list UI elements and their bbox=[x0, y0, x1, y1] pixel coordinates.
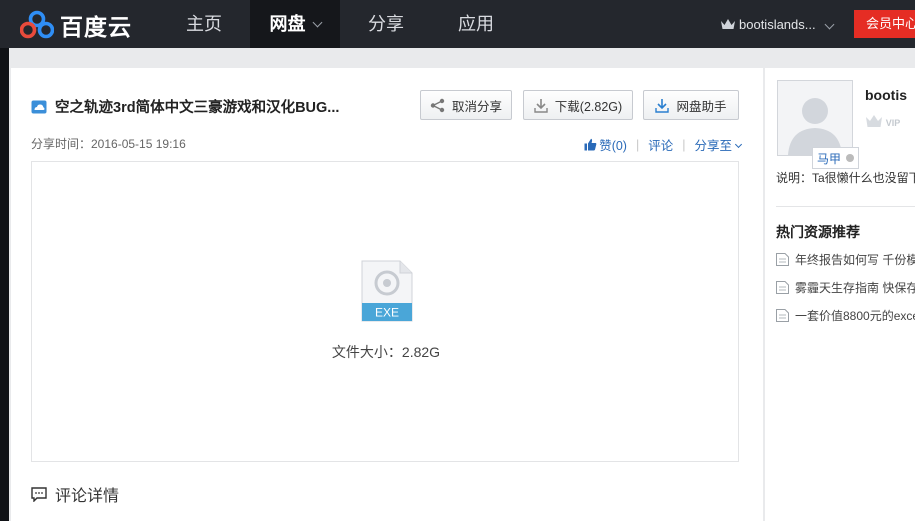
chevron-down-icon bbox=[824, 19, 835, 29]
sidebar-username[interactable]: bootis bbox=[865, 87, 907, 103]
crown-icon bbox=[721, 19, 735, 29]
file-preview-area: EXE 文件大小：2.82G bbox=[31, 161, 739, 462]
baidu-cloud-logo[interactable]: 百度云 bbox=[20, 8, 132, 42]
main-nav: 主页 网盘 分享 应用 bbox=[158, 0, 520, 48]
download-button[interactable]: 下载(2.82G) bbox=[523, 90, 633, 120]
cloud-logo-icon bbox=[20, 10, 54, 39]
like-link[interactable]: 赞(0) bbox=[599, 135, 627, 154]
netdisk-helper-button[interactable]: 网盘助手 bbox=[643, 90, 739, 120]
nav-netdisk[interactable]: 网盘 bbox=[250, 0, 340, 48]
separator: | bbox=[635, 137, 640, 152]
user-description: 说明：Ta很懒什么也没留下 bbox=[776, 171, 915, 185]
resource-item[interactable]: 雾霾天生存指南 快保存 bbox=[776, 279, 915, 296]
netdisk-helper-label: 网盘助手 bbox=[676, 99, 727, 114]
status-dot-icon bbox=[846, 154, 855, 162]
resource-label: 雾霾天生存指南 快保存 bbox=[795, 281, 915, 295]
resource-item[interactable]: 一套价值8800元的excel bbox=[776, 307, 915, 324]
download-label: 下载(2.82G) bbox=[554, 99, 623, 114]
share-time: 分享时间：2016-05-15 19:16 bbox=[31, 137, 186, 151]
nav-share[interactable]: 分享 bbox=[340, 0, 432, 48]
nav-apps[interactable]: 应用 bbox=[432, 0, 520, 48]
download-icon bbox=[534, 98, 548, 113]
cancel-share-button[interactable]: 取消分享 bbox=[420, 90, 512, 120]
cancel-share-label: 取消分享 bbox=[451, 99, 502, 114]
share-main-panel: 空之轨迹3rd简体中文三豪游戏和汉化BUG... 取消分享 下载(2.82G) … bbox=[11, 68, 763, 521]
resource-label: 年终报告如何写 千份模板 bbox=[795, 253, 915, 267]
share-to-link[interactable]: 分享至 bbox=[694, 135, 732, 154]
separator: | bbox=[682, 137, 686, 152]
comment-link[interactable]: 评论 bbox=[648, 135, 673, 154]
user-tag-label: 马甲 bbox=[817, 151, 842, 166]
cloud-folder-icon bbox=[31, 100, 47, 113]
nav-home[interactable]: 主页 bbox=[158, 0, 250, 48]
exe-file-icon[interactable]: EXE bbox=[361, 260, 413, 327]
brand-name: 百度云 bbox=[60, 14, 132, 40]
top-navigation-bar: 百度云 主页 网盘 分享 应用 bootislands... 会员中心 bbox=[0, 0, 915, 48]
comments-heading: 评论详情 bbox=[31, 482, 119, 506]
thumbs-up-icon bbox=[584, 138, 597, 151]
user-sidebar: bootis VIP 马甲 说明：Ta很懒什么也没留下 热门资源推荐 年终报告如… bbox=[765, 68, 915, 521]
resource-item[interactable]: 年终报告如何写 千份模板 bbox=[776, 251, 915, 268]
exe-file-graphic: EXE bbox=[361, 260, 413, 322]
divider bbox=[776, 206, 915, 207]
user-tag: 马甲 bbox=[812, 147, 860, 169]
default-avatar-icon bbox=[788, 98, 842, 155]
user-menu[interactable]: bootislands... bbox=[720, 0, 835, 48]
document-icon bbox=[776, 281, 789, 294]
username-label: bootislands... bbox=[739, 16, 816, 32]
user-avatar[interactable] bbox=[777, 80, 853, 156]
vip-label: VIP bbox=[886, 118, 901, 128]
resource-label: 一套价值8800元的excel bbox=[795, 309, 915, 323]
document-icon bbox=[776, 309, 789, 322]
comment-icon bbox=[31, 486, 47, 502]
nav-netdisk-label: 网盘 bbox=[269, 14, 306, 34]
chevron-down-icon bbox=[312, 17, 322, 28]
share-title-row: 空之轨迹3rd简体中文三豪游戏和汉化BUG... bbox=[31, 96, 339, 117]
share-actions: 赞(0) | 评论 | 分享至 bbox=[584, 135, 743, 154]
document-icon bbox=[776, 253, 789, 266]
member-center-button[interactable]: 会员中心 bbox=[854, 10, 915, 38]
vip-crown-icon: VIP bbox=[866, 115, 901, 128]
chevron-down-icon bbox=[734, 140, 743, 149]
hot-resources-title: 热门资源推荐 bbox=[776, 224, 860, 240]
file-size: 文件大小：2.82G bbox=[331, 344, 441, 360]
helper-download-icon bbox=[655, 98, 670, 113]
comments-title: 评论详情 bbox=[55, 488, 120, 505]
file-type-label: EXE bbox=[375, 306, 399, 320]
share-icon bbox=[430, 98, 445, 112]
share-title: 空之轨迹3rd简体中文三豪游戏和汉化BUG... bbox=[55, 100, 340, 116]
